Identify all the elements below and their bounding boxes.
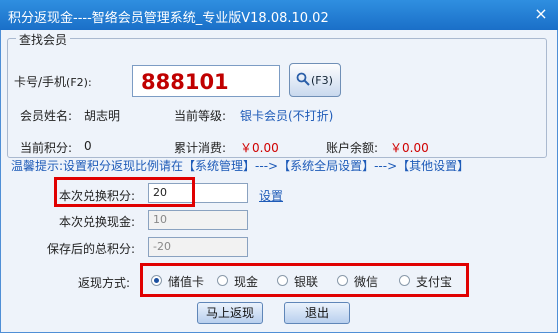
exchange-cash-label: 本次兑换现金: bbox=[59, 215, 136, 229]
points-highlight-box bbox=[54, 177, 195, 207]
payment-option-label: 微信 bbox=[354, 275, 379, 289]
level-label: 当前等级: bbox=[174, 109, 227, 123]
name-value: 胡志明 bbox=[84, 109, 121, 123]
payment-option-label: 现金 bbox=[234, 275, 259, 289]
payment-method-label: 返现方式: bbox=[78, 276, 131, 290]
balance-label: 账户余额: bbox=[326, 141, 379, 155]
group-title: 查找会员 bbox=[16, 31, 71, 48]
radio-icon[interactable] bbox=[277, 275, 288, 286]
payment-option-label: 银联 bbox=[294, 275, 319, 289]
name-label: 会员姓名: bbox=[20, 109, 73, 123]
payment-option-label: 储值卡 bbox=[168, 275, 205, 289]
settings-tip: 温馨提示:设置积分返现比例请在【系统管理】--->【系统全局设置】--->【其他… bbox=[11, 159, 470, 173]
exchange-cash-field: 10 bbox=[148, 210, 248, 230]
consume-value: ￥0.00 bbox=[240, 141, 279, 155]
radio-icon[interactable] bbox=[399, 275, 410, 286]
balance-value: ￥0.00 bbox=[390, 141, 429, 155]
radio-icon[interactable] bbox=[217, 275, 228, 286]
radio-icon[interactable] bbox=[337, 275, 348, 286]
consume-label: 累计消费: bbox=[174, 141, 227, 155]
payment-option-label: 支付宝 bbox=[416, 275, 453, 289]
member-search-group: 查找会员 卡号/手机(F2): 888101 (F3) 会员姓名: 胡志明 当前… bbox=[7, 31, 547, 158]
window-title: 积分返现金----智络会员管理系统_专业版V18.08.10.02 bbox=[8, 11, 329, 26]
search-button-label: (F3) bbox=[311, 74, 333, 87]
confirm-cashback-button[interactable]: 马上返现 bbox=[197, 302, 263, 324]
remaining-points-label: 保存后的总积分: bbox=[47, 242, 136, 256]
level-value: 银卡会员(不打折) bbox=[240, 109, 334, 123]
close-icon[interactable]: × bbox=[530, 4, 552, 24]
points-label: 当前积分: bbox=[20, 141, 73, 155]
exit-button[interactable]: 退出 bbox=[284, 302, 350, 324]
points-value: 0 bbox=[84, 139, 92, 153]
settings-link[interactable]: 设置 bbox=[259, 187, 283, 204]
card-label: 卡号/手机(F2): bbox=[14, 73, 92, 90]
search-button[interactable]: (F3) bbox=[289, 63, 341, 97]
search-icon bbox=[296, 72, 310, 86]
card-hint: (F2): bbox=[66, 76, 92, 89]
card-label-text: 卡号/手机 bbox=[14, 75, 67, 89]
dialog-body: 查找会员 卡号/手机(F2): 888101 (F3) 会员姓名: 胡志明 当前… bbox=[0, 30, 558, 333]
card-number-input[interactable]: 888101 bbox=[132, 65, 280, 97]
radio-selected-icon[interactable] bbox=[151, 275, 162, 286]
title-bar: 积分返现金----智络会员管理系统_专业版V18.08.10.02 × bbox=[0, 0, 558, 30]
remaining-points-field: -20 bbox=[148, 237, 248, 257]
